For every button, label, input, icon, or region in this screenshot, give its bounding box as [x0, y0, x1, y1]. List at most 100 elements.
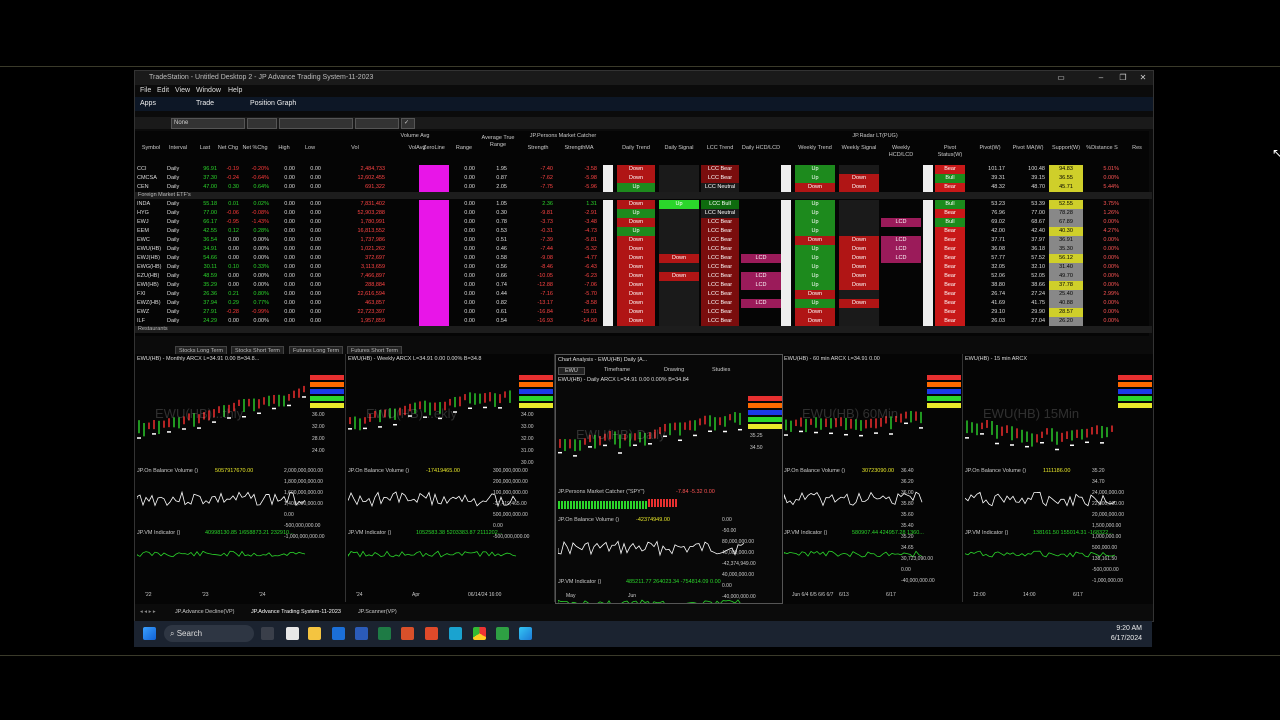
- column-header[interactable]: Low: [299, 145, 321, 152]
- chart-60min[interactable]: EWU(HB) - 60 min ARCX L=34.91 0.00 EWU(HB…: [782, 354, 963, 602]
- grid-cell: [419, 227, 449, 236]
- column-header[interactable]: LCC Trend: [701, 145, 739, 152]
- drawing-button[interactable]: Drawing: [664, 367, 684, 373]
- column-header[interactable]: Daily Trend: [617, 145, 655, 152]
- tab-nav-arrows[interactable]: ◂ ◂ ▸ ▸: [140, 607, 156, 617]
- column-header[interactable]: StrengthMA: [561, 145, 597, 152]
- maximize-icon[interactable]: ❐: [1115, 71, 1131, 85]
- filter-buttons[interactable]: [355, 118, 399, 129]
- task-view-icon[interactable]: [286, 627, 299, 640]
- marker-box: [923, 290, 933, 299]
- shortcut-position-graph[interactable]: Position Graph: [250, 97, 296, 111]
- grid-cell: 36.08: [991, 246, 1005, 252]
- recorder-icon[interactable]: [425, 627, 438, 640]
- value-axis-label: -40,000,000.00: [722, 594, 756, 600]
- table-row[interactable]: EWJ(HB) Daily 54.66 0.00 0.00% 0.00 0.00 372,69…: [135, 254, 1149, 263]
- table-row[interactable]: EEM Daily 42.55 0.12 0.28% 0.00 0.00 16,813,552…: [135, 227, 1149, 236]
- column-header[interactable]: Interval: [167, 145, 189, 152]
- column-header[interactable]: Weekly Trend: [795, 145, 835, 152]
- table-row[interactable]: ILFDaily24.290.000.00%0.000.001,957,8591…: [135, 317, 1149, 326]
- close-icon[interactable]: ✕: [1135, 71, 1151, 85]
- menu-view[interactable]: View: [175, 85, 190, 96]
- windows-start-icon[interactable]: [143, 627, 156, 640]
- column-header[interactable]: Symbol: [137, 145, 165, 152]
- table-row[interactable]: INDA Daily 55.18 0.01 0.02% 0.00 0.00 7,831,402…: [135, 200, 1149, 209]
- grid-cell: 0.00: [310, 184, 321, 190]
- column-header[interactable]: Pivot(W): [975, 145, 1005, 152]
- filter-select[interactable]: None: [171, 118, 245, 129]
- chrome-icon[interactable]: [473, 627, 486, 640]
- column-header[interactable]: Vol: [325, 145, 385, 152]
- taskbar-search[interactable]: ⌕ Search: [164, 625, 254, 642]
- grid-cell: 26.20: [1049, 317, 1083, 326]
- timeframe-button[interactable]: Timeframe: [604, 367, 630, 373]
- marker-box: [603, 245, 613, 254]
- table-row[interactable]: EZU(HB) Daily 48.59 0.00 0.00% 0.00 0.00 7,466,…: [135, 272, 1149, 281]
- column-header[interactable]: Res: [1127, 145, 1147, 152]
- chart-15min[interactable]: EWU(HB) - 15 min ARCX EWU(HB) 15Min JP.On …: [963, 354, 1154, 602]
- table-row[interactable]: EWCDaily36.540.000.00%0.000.001,737,9861…: [135, 236, 1149, 245]
- table-row[interactable]: EWZ Daily 27.91 -0.28 -0.99% 0.00 0.00 22,723,3…: [135, 308, 1149, 317]
- symbol-input[interactable]: EWU: [558, 367, 585, 375]
- file-explorer-icon[interactable]: [308, 627, 321, 640]
- marker-box: [781, 308, 791, 317]
- chart-monthly[interactable]: EWU(HB) - Monthly ARCX L=34.91 0.00 B=34…: [135, 354, 346, 602]
- edge-icon[interactable]: [519, 627, 532, 640]
- chart-weekly[interactable]: EWU(HB) - Weekly ARCX L=34.91 0.00 0.00%…: [346, 354, 555, 602]
- column-header[interactable]: Range: [453, 145, 475, 152]
- tab-advance-decline[interactable]: JP.Advance Decline(VP): [175, 607, 235, 617]
- apply-check-icon[interactable]: ✓: [401, 118, 415, 129]
- column-header[interactable]: Strength: [523, 145, 553, 152]
- column-header[interactable]: Pivot Status(W): [935, 145, 965, 159]
- minimize-icon[interactable]: –: [1093, 71, 1109, 85]
- column-header[interactable]: %Distance S: [1085, 145, 1119, 152]
- word-icon[interactable]: [355, 627, 368, 640]
- powerpoint-icon[interactable]: [401, 627, 414, 640]
- table-row[interactable]: HYG Daily 77.00 -0.06 -0.08% 0.00 0.00 52,903,2…: [135, 209, 1149, 218]
- grid-cell: Bear: [935, 254, 965, 263]
- signal-dot: [904, 422, 908, 425]
- menu-window[interactable]: Window: [196, 85, 221, 96]
- menu-file[interactable]: File: [140, 85, 151, 96]
- table-row[interactable]: EWZ(HB) Daily 37.94 0.29 0.77% 0.00 0.00 463,85…: [135, 299, 1149, 308]
- shortcut-apps[interactable]: Apps: [140, 97, 156, 111]
- table-row[interactable]: EWU(HB) Daily 34.91 0.00 0.00% 0.00 0.00 1,021,…: [135, 245, 1149, 254]
- menu-help[interactable]: Help: [228, 85, 242, 96]
- table-row[interactable]: EWJ Daily 66.17 -0.95 -1.43% 0.00 0.00 1,780,99…: [135, 218, 1149, 227]
- shortcut-trade[interactable]: Trade: [196, 97, 214, 111]
- column-header[interactable]: Last: [193, 145, 217, 152]
- pmc-bar: [591, 501, 593, 509]
- app-icon[interactable]: [496, 627, 509, 640]
- table-row[interactable]: FXI Daily 26.36 0.21 0.80% 0.00 0.00 22,616,594…: [135, 290, 1149, 299]
- signal-dot: [995, 442, 999, 445]
- outlook-icon[interactable]: [332, 627, 345, 640]
- column-header[interactable]: Net %Chg: [241, 145, 269, 152]
- symbol-select[interactable]: [247, 118, 277, 129]
- studies-button[interactable]: Studies: [712, 367, 730, 373]
- column-header[interactable]: Weekly HCD/LCD: [881, 145, 921, 159]
- grid-cell: 0.00: [284, 282, 295, 288]
- chart-analysis-daily[interactable]: Chart Analysis - EWU(HB) Daily [A... EWU(…: [555, 354, 783, 604]
- table-row[interactable]: CCI Daily 96.91 -0.19 -0.20% 0.00 0.00 2,484,73…: [135, 165, 1149, 174]
- column-header[interactable]: Pivot MA(W): [1011, 145, 1045, 152]
- column-header[interactable]: Daily Signal: [659, 145, 699, 152]
- widgets-icon[interactable]: [261, 627, 274, 640]
- column-header[interactable]: ZeroLine: [419, 145, 449, 152]
- tradestation-icon[interactable]: [449, 627, 462, 640]
- column-header[interactable]: Daily HCD/LCD: [741, 145, 781, 152]
- tab-scanner[interactable]: JP.Scanner(VP): [358, 607, 397, 617]
- table-row[interactable]: EWG(HB) Daily 30.11 0.10 0.33% 0.00 0.00 3,113,…: [135, 263, 1149, 272]
- tab-advance-trading-system[interactable]: JP.Advance Trading System-11-2023: [251, 607, 341, 617]
- column-header[interactable]: Net Chg: [217, 145, 239, 152]
- column-header[interactable]: High: [273, 145, 295, 152]
- table-row[interactable]: CMCSA Daily 37.30 -0.24 -0.64% 0.00 0.00 12,602…: [135, 174, 1149, 183]
- table-row[interactable]: EWI(HB) Daily 35.29 0.00 0.00% 0.00 0.00 288,88…: [135, 281, 1149, 290]
- grid-cell: Up: [795, 299, 835, 308]
- excel-icon[interactable]: [378, 627, 391, 640]
- restore-icon[interactable]: ▭: [1053, 71, 1069, 85]
- interval-select[interactable]: [279, 118, 353, 129]
- column-header[interactable]: Weekly Signal: [839, 145, 879, 152]
- menu-edit[interactable]: Edit: [157, 85, 169, 96]
- table-row[interactable]: CENDaily47.000.300.64%0.000.00691,3222,4…: [135, 183, 1149, 192]
- column-header[interactable]: Support(W): [1049, 145, 1083, 152]
